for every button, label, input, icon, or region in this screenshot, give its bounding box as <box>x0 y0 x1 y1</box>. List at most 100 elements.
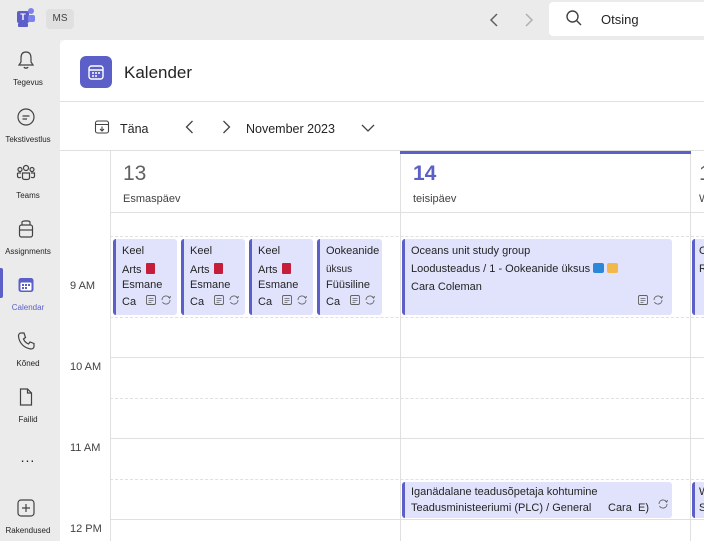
event-extra: E) <box>638 502 649 514</box>
add-icon <box>17 499 35 517</box>
event-icons <box>210 293 240 311</box>
user-avatar[interactable]: MS <box>46 9 74 29</box>
recurring-icon <box>658 499 668 509</box>
search-box[interactable]: Otsing <box>549 2 704 36</box>
rail-item-files[interactable]: Failid <box>0 387 60 443</box>
day-header-tuesday[interactable]: 14 teisipäev <box>401 152 690 212</box>
forward-icon[interactable] <box>518 10 538 30</box>
recurring-icon <box>229 295 239 305</box>
today-icon[interactable] <box>94 119 110 135</box>
event-subject-text: Arts <box>122 264 142 276</box>
event-organizer: Ca <box>122 296 137 308</box>
teams-logo-icon[interactable]: T <box>15 6 37 28</box>
day-name: teisipäev <box>413 193 457 205</box>
event-organizer: Cara <box>608 502 632 514</box>
event-channel: Esmane <box>190 279 231 291</box>
event-icons <box>654 497 669 515</box>
grid-line <box>110 519 704 520</box>
event-subject: Arts <box>258 263 291 276</box>
event-card[interactable]: Keel Arts Esmane Ca <box>181 239 245 315</box>
rail-label: Assignments <box>5 247 51 256</box>
event-title: Ookeanide <box>326 245 380 257</box>
event-subject: R <box>699 263 704 275</box>
page-title: Kalender <box>124 63 193 82</box>
event-card[interactable]: Keel Arts Esmane Ca <box>249 239 313 315</box>
app-rail: Tegevus Tekstivestlus Teams Assignments … <box>0 40 60 541</box>
grid-half-line <box>110 398 704 399</box>
event-title: Keel <box>258 245 281 257</box>
chat-icon <box>17 108 35 126</box>
event-subject: Arts <box>190 263 223 276</box>
rail-item-calls[interactable]: Kõned <box>0 331 60 387</box>
event-title: O <box>699 245 704 257</box>
event-channel: Füüsiline <box>326 279 371 291</box>
time-label: 10 AM <box>70 361 102 373</box>
day-name: W <box>699 193 704 205</box>
rail-item-activity[interactable]: Tegevus <box>0 50 60 106</box>
recurring-icon <box>653 295 663 305</box>
rail-item-calendar[interactable]: Calendar <box>0 275 60 331</box>
event-channel: Teadusministeeriumi (PLC) / General <box>411 502 592 514</box>
back-icon[interactable] <box>485 10 505 30</box>
today-button[interactable]: Täna <box>120 122 149 136</box>
day-number: 14 <box>413 162 437 185</box>
event-card[interactable]: O R <box>692 239 704 315</box>
month-selector[interactable]: November 2023 <box>246 122 335 136</box>
rail-item-teams[interactable]: Teams <box>0 163 60 219</box>
rail-item-apps[interactable]: Rakendused <box>0 498 60 541</box>
rail-item-more[interactable]: ... <box>0 449 60 505</box>
notes-icon <box>638 295 648 305</box>
beach-icon <box>607 263 619 273</box>
grid-half-line <box>110 236 704 237</box>
recurring-icon <box>297 295 307 305</box>
event-subject: Arts <box>122 263 155 276</box>
rail-item-chat[interactable]: Tekstivestlus <box>0 107 60 163</box>
rail-label: Calendar <box>11 303 45 312</box>
event-card[interactable]: Iganädalane teadusõpetaja kohtumine Tead… <box>402 482 672 518</box>
event-card[interactable]: W S <box>692 482 704 518</box>
chevron-down-icon[interactable] <box>360 121 376 135</box>
time-label: 12 PM <box>70 523 102 535</box>
event-title: Oceans unit study group <box>411 245 531 257</box>
rail-label: Tegevus <box>13 78 43 87</box>
wave-icon <box>593 263 605 273</box>
event-title: Keel <box>190 245 213 257</box>
grid-line <box>110 438 704 439</box>
grid-line <box>110 357 704 358</box>
page-header: Kalender <box>60 40 704 102</box>
book-icon <box>281 263 291 274</box>
event-title: W <box>699 486 704 498</box>
notes-icon <box>146 295 156 305</box>
rail-label: Failid <box>18 415 38 424</box>
file-icon <box>19 388 33 406</box>
calendar-pane: Kalender Täna November 2023 13 Esmaspäev… <box>60 40 704 541</box>
previous-week-icon[interactable] <box>182 119 198 135</box>
event-title: Keel <box>122 245 145 257</box>
rail-label: Tekstivestlus <box>5 135 51 144</box>
event-organizer: Ca <box>190 296 205 308</box>
rail-item-assignments[interactable]: Assignments <box>0 219 60 275</box>
event-subject-text: Arts <box>190 264 210 276</box>
event-icons <box>142 293 172 311</box>
search-input[interactable]: Otsing <box>601 12 639 27</box>
notes-icon <box>214 295 224 305</box>
calendar-toolbar: Täna November 2023 <box>60 103 704 151</box>
assignments-icon <box>18 220 34 238</box>
next-week-icon[interactable] <box>218 119 234 135</box>
event-organizer: Ca <box>326 296 341 308</box>
svg-text:T: T <box>20 12 26 22</box>
calendar-app-icon <box>80 56 112 88</box>
more-icon: ... <box>20 449 36 465</box>
event-card[interactable]: Keel Arts Esmane Ca <box>113 239 177 315</box>
day-header-monday[interactable]: 13 Esmaspäev <box>111 152 400 212</box>
time-label: 9 AM <box>70 280 96 292</box>
bell-icon <box>17 51 35 69</box>
grid-half-line <box>110 479 704 480</box>
book-icon <box>145 263 155 274</box>
day-header-wednesday[interactable]: 1 W <box>691 152 704 212</box>
rail-label: Rakendused <box>5 526 51 535</box>
grid-line <box>110 212 704 213</box>
notes-icon <box>282 295 292 305</box>
event-card[interactable]: Oceans unit study group Loodusteadus / 1… <box>402 239 672 315</box>
event-card[interactable]: Ookeanide üksus Füüsiline Ca <box>317 239 382 315</box>
